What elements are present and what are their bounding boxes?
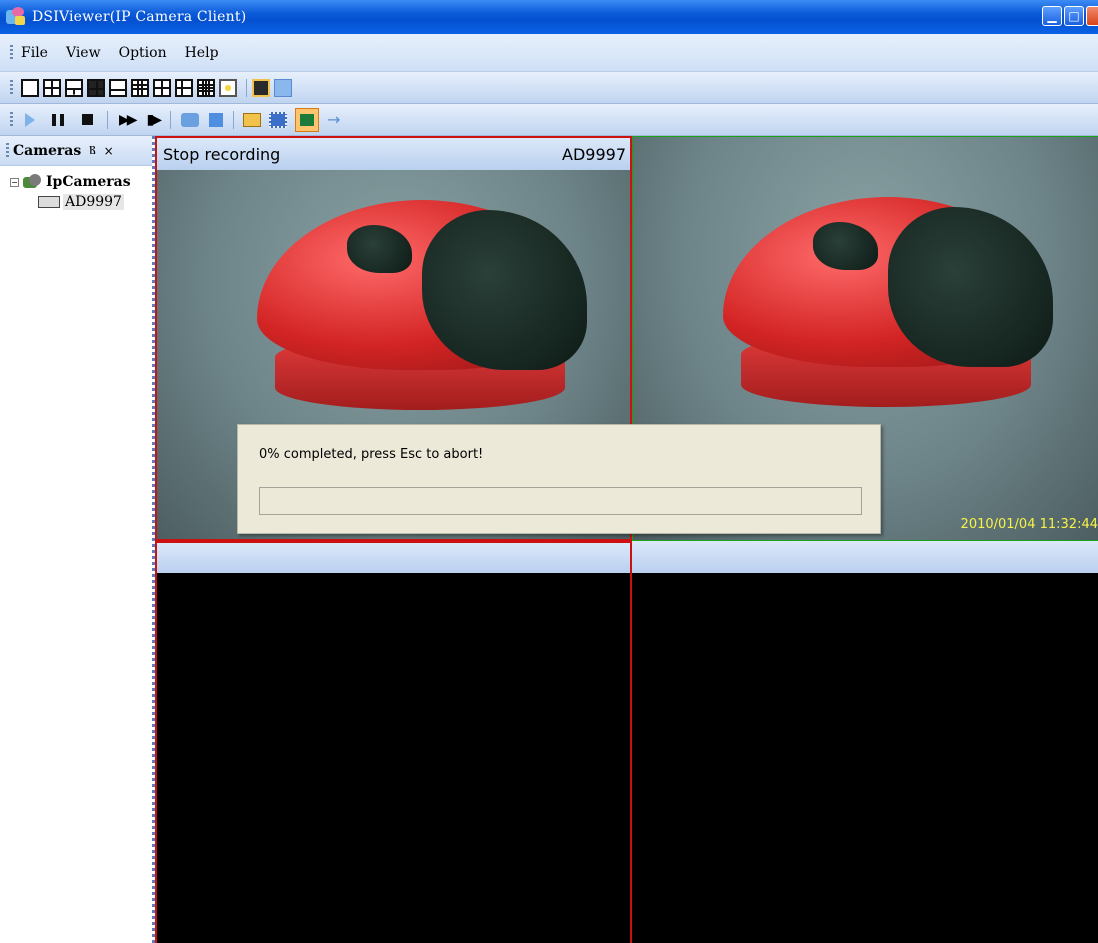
video-cell-header [157,543,630,573]
toolbar-separator [246,78,247,97]
open-folder-icon[interactable] [243,112,262,127]
app-icon [6,7,28,27]
snapshot-icon[interactable] [181,112,200,127]
menu-help[interactable]: Help [185,45,219,61]
title-bar: DSIViewer(IP Camera Client) ▁ □ [0,0,1098,34]
layout-1x1-icon[interactable] [21,78,39,97]
toolbar-separator [107,110,108,129]
ip-camera-icon [38,196,60,208]
toolbar-grip[interactable] [10,79,13,96]
tree-item-ad9997[interactable]: AD9997 [10,192,152,212]
layout-1plus7-icon[interactable] [109,78,127,97]
tree-root-ipcameras[interactable]: − IpCameras [10,172,152,192]
layout-1plus5-icon[interactable] [87,78,105,97]
tree-root-label: IpCameras [46,174,131,190]
layout-3x3-icon[interactable] [131,78,149,97]
pin-icon[interactable]: Ⲃ [89,143,95,158]
layout-toolbar [0,72,1098,104]
menu-grip[interactable] [10,44,13,61]
layout-2x2-icon[interactable] [43,78,61,97]
menu-bar: File View Option Help [0,34,1098,72]
cameras-panel-title: Cameras [13,142,82,159]
cameras-panel: Cameras Ⲃ × − IpCameras AD9997 [0,136,155,943]
video-cell-3[interactable] [155,541,632,943]
toolbar-grip[interactable] [10,111,13,128]
video-subject [723,187,1083,427]
video-timestamp: 2010/01/04 11:32:44 [960,517,1098,532]
record-icon[interactable] [209,112,224,127]
recording-status: Stop recording [163,144,281,164]
cameras-panel-header: Cameras Ⲃ × [0,136,152,166]
camera-group-icon [23,174,43,190]
layout-1plus12-icon[interactable] [153,78,171,97]
stop-icon[interactable] [82,114,93,125]
camera-settings-icon[interactable] [295,107,320,132]
playback-toolbar: ▶▶ ▮▶ → [0,104,1098,136]
camera-tree: − IpCameras AD9997 [0,166,152,212]
minimize-button[interactable]: ▁ [1042,6,1062,26]
panel-grip[interactable] [6,142,9,159]
toolbar-separator [233,110,235,129]
maximize-button[interactable]: □ [1064,6,1084,26]
fast-forward-icon[interactable]: ▶▶ [119,112,137,128]
fullscreen-icon[interactable] [219,78,237,97]
layout-4x4-icon[interactable] [197,78,215,97]
play-icon[interactable] [25,112,35,127]
menu-file[interactable]: File [21,45,48,61]
layout-1plus3-icon[interactable] [65,78,83,97]
next-arrow-icon[interactable]: → [327,110,340,129]
close-panel-icon[interactable]: × [104,144,114,158]
monitor-icon[interactable] [252,78,270,97]
menu-view[interactable]: View [66,45,101,61]
layout-4x4-alt-icon[interactable] [175,78,193,97]
video-cell-4[interactable] [632,541,1098,943]
playlist-icon[interactable] [269,111,288,128]
progress-dialog: 0% completed, press Esc to abort! [237,424,881,534]
pause-icon[interactable] [52,113,64,126]
video-cell-header: Stop recording AD9997 [157,138,630,170]
tree-item-label: AD9997 [63,194,124,210]
progress-bar [259,487,862,515]
step-forward-icon[interactable]: ▮▶ [147,112,163,128]
menu-option[interactable]: Option [119,45,167,61]
grid-settings-icon[interactable] [274,78,292,97]
window-title: DSIViewer(IP Camera Client) [32,9,247,25]
video-grid: Stop recording AD9997 2010/01/04 11:32:4… [155,136,1098,943]
close-button[interactable] [1086,6,1098,26]
video-cell-header [632,541,1098,573]
collapse-icon[interactable]: − [10,177,19,187]
video-subject [257,190,617,430]
camera-name: AD9997 [562,144,626,164]
progress-message: 0% completed, press Esc to abort! [259,447,484,462]
toolbar-separator [170,110,172,129]
